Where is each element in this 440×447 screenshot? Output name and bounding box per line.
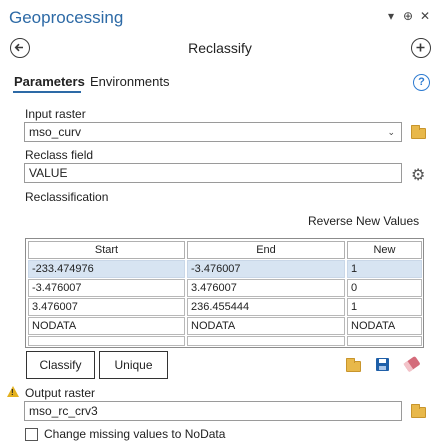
table-cell-new[interactable]	[347, 336, 422, 346]
tab-environments[interactable]: Environments	[90, 74, 169, 89]
input-raster-combobox[interactable]: mso_curv ⌄	[24, 122, 402, 142]
output-raster-label: Output raster	[25, 386, 96, 400]
help-icon[interactable]: ?	[413, 74, 430, 91]
pane-dock-icon[interactable]: ⊕	[403, 10, 413, 22]
tabs-row: Parameters Environments ?	[0, 70, 440, 94]
table-cell-new[interactable]: NODATA	[347, 317, 422, 335]
table-cell-start[interactable]: 3.476007	[28, 298, 185, 316]
table-cell-end[interactable]: 236.455444	[187, 298, 345, 316]
pane-header: Geoprocessing ▾ ⊕ ✕	[0, 0, 440, 32]
pane-options-icon[interactable]: ▾	[388, 10, 394, 22]
tab-parameters[interactable]: Parameters	[14, 74, 85, 89]
table-cell-start[interactable]: NODATA	[28, 317, 185, 335]
table-cell-start[interactable]	[28, 336, 185, 346]
table-cell-new[interactable]: 1	[347, 260, 422, 278]
table-cell-end[interactable]: 3.476007	[187, 279, 345, 297]
warning-mark: !	[11, 388, 14, 397]
reclassification-table: Start End New -233.474976 -3.476007 1 -3…	[25, 238, 424, 348]
reclass-field-label: Reclass field	[25, 148, 94, 162]
reclass-field-input[interactable]: VALUE	[24, 163, 402, 183]
active-tab-indicator	[13, 91, 81, 93]
gear-icon[interactable]: ⚙	[411, 168, 425, 184]
input-raster-value: mso_curv	[29, 125, 82, 139]
table-cell-end[interactable]: -3.476007	[187, 260, 345, 278]
folder-icon[interactable]	[411, 125, 426, 139]
table-cell-end[interactable]	[187, 336, 345, 346]
output-raster-input[interactable]: mso_rc_crv3	[24, 401, 402, 421]
table-cell-start[interactable]: -233.474976	[28, 260, 185, 278]
chevron-down-icon[interactable]: ⌄	[387, 123, 395, 141]
plus-icon[interactable]	[411, 38, 431, 58]
table-cell-new[interactable]: 1	[347, 298, 422, 316]
column-header-start[interactable]: Start	[28, 241, 185, 259]
unique-button[interactable]: Unique	[99, 351, 168, 379]
folder-icon[interactable]	[346, 358, 361, 372]
tool-nav-row: Reclassify	[0, 34, 440, 62]
tool-title: Reclassify	[188, 40, 252, 56]
eraser-icon[interactable]	[403, 355, 421, 373]
pane-title: Geoprocessing	[9, 8, 124, 27]
reverse-new-values-button[interactable]: Reverse New Values	[308, 214, 419, 228]
column-header-end[interactable]: End	[187, 241, 345, 259]
change-missing-label: Change missing values to NoData	[44, 427, 226, 441]
folder-icon[interactable]	[411, 404, 426, 418]
classify-button[interactable]: Classify	[26, 351, 95, 379]
table-cell-new[interactable]: 0	[347, 279, 422, 297]
table-cell-start[interactable]: -3.476007	[28, 279, 185, 297]
table-cell-end[interactable]: NODATA	[187, 317, 345, 335]
column-header-new[interactable]: New	[347, 241, 422, 259]
input-raster-label: Input raster	[25, 107, 86, 121]
pane-close-icon[interactable]: ✕	[420, 10, 430, 22]
save-icon[interactable]	[376, 358, 389, 371]
change-missing-checkbox[interactable]	[25, 428, 38, 441]
reclassification-label: Reclassification	[25, 190, 109, 204]
